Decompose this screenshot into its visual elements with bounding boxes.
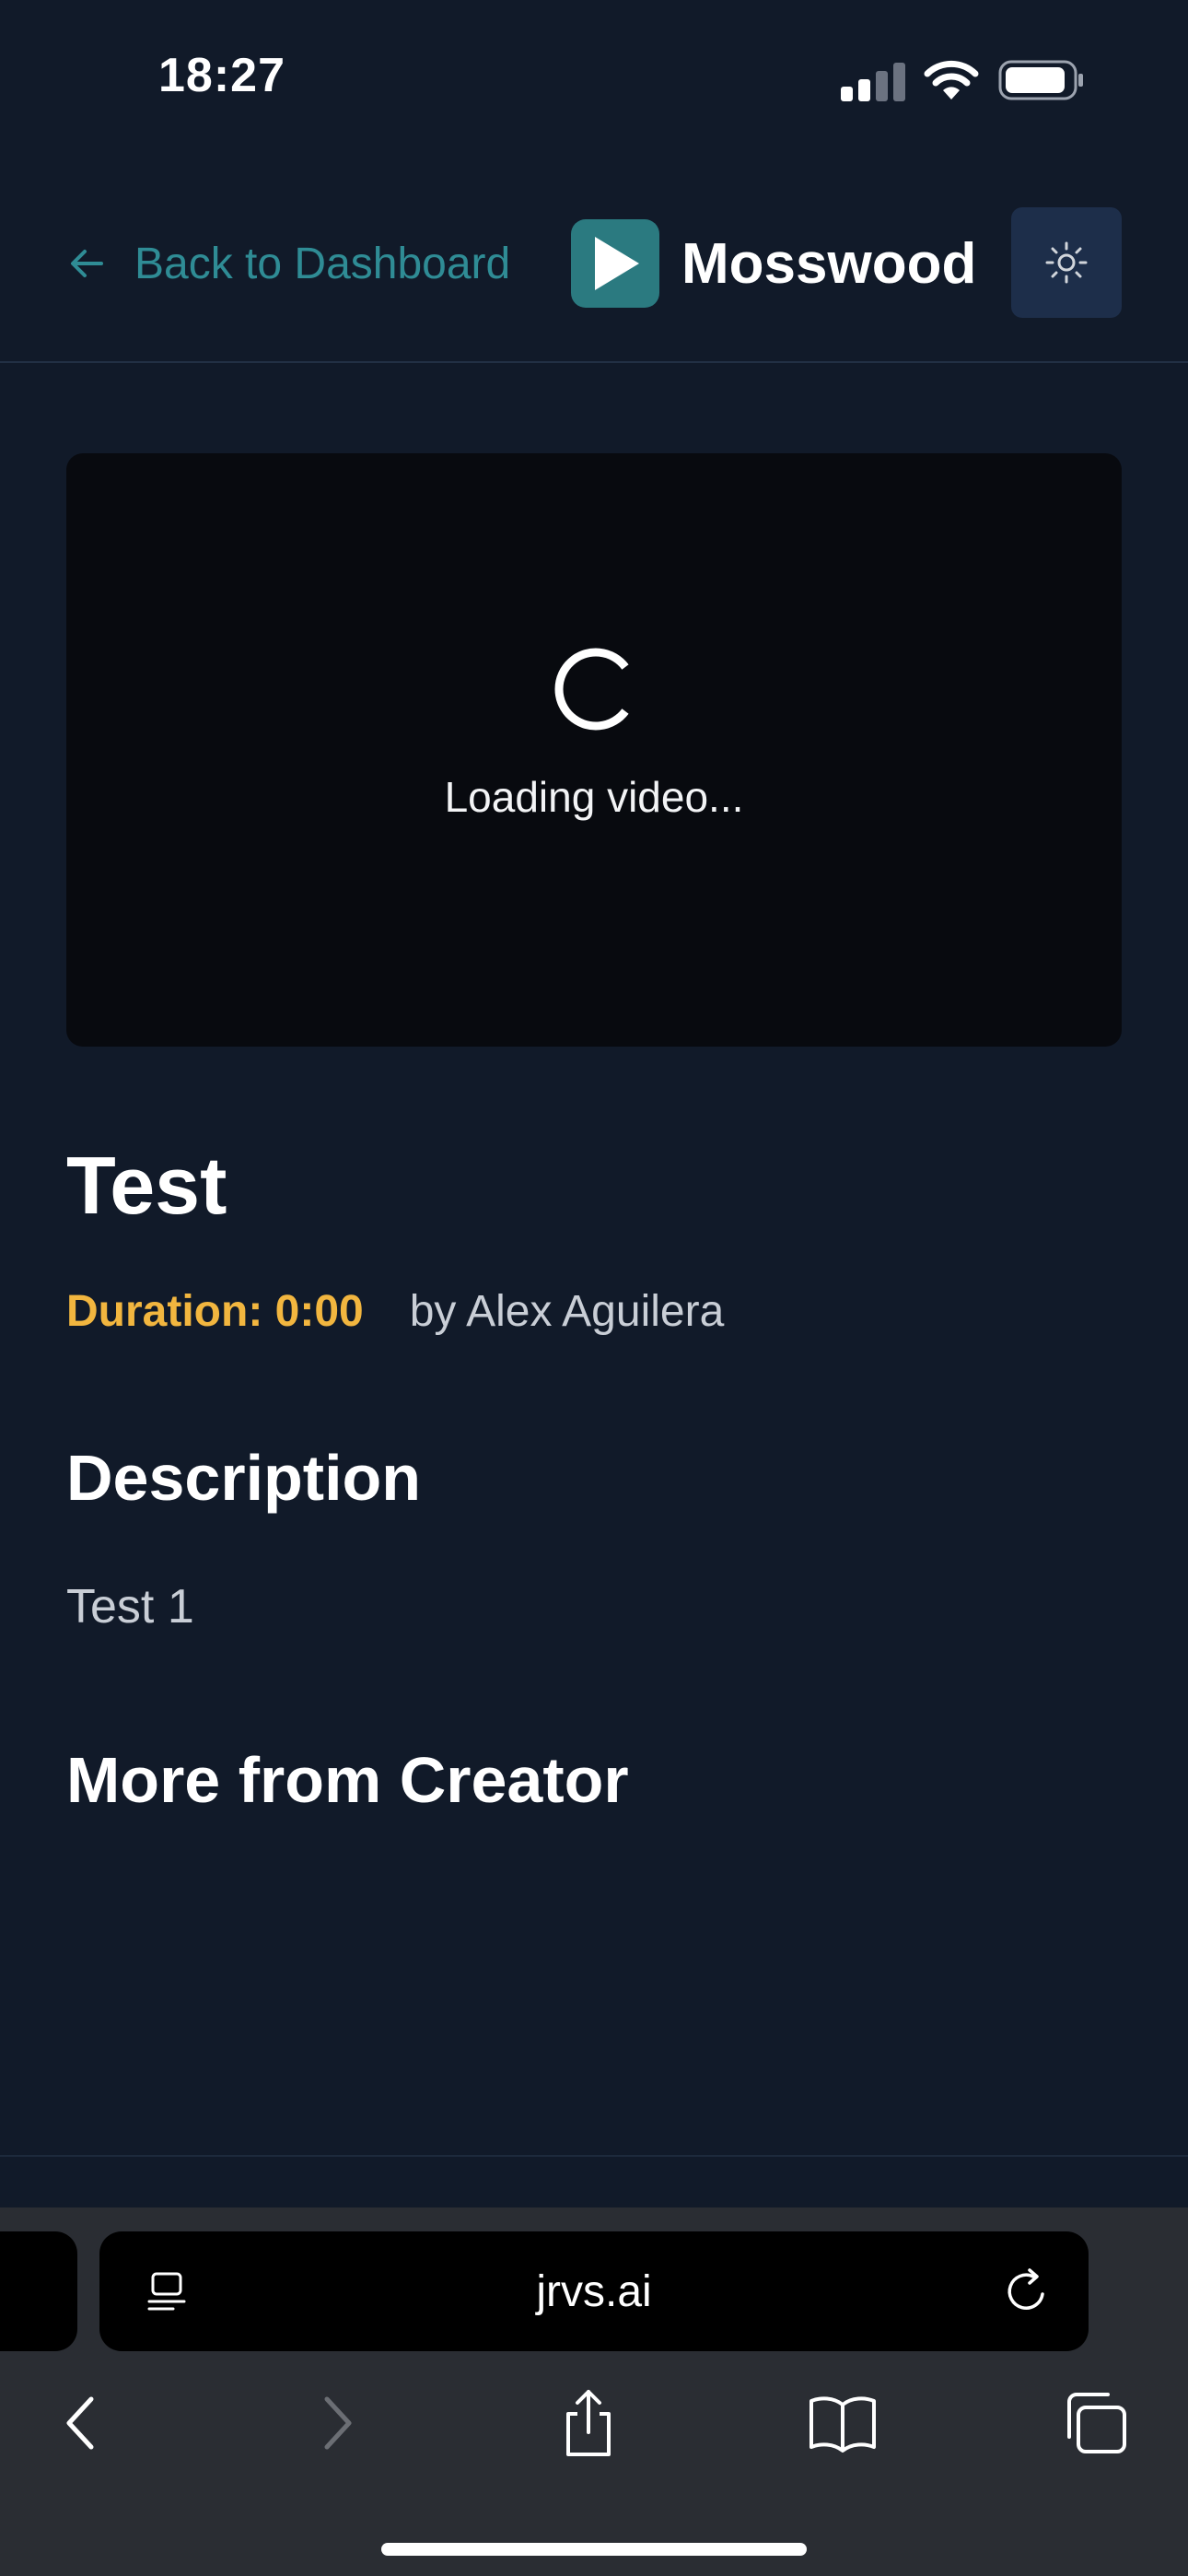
wifi-icon — [923, 59, 980, 101]
home-indicator[interactable] — [381, 2543, 807, 2556]
logo-icon — [571, 219, 659, 308]
more-from-creator-heading: More from Creator — [66, 1744, 629, 1816]
back-to-dashboard-link[interactable]: Back to Dashboard — [66, 228, 510, 299]
back-arrow-icon — [66, 2396, 94, 2450]
previous-tab-preview[interactable] — [0, 2231, 77, 2351]
browser-forward-button[interactable] — [297, 2386, 379, 2460]
forward-arrow-icon — [324, 2396, 352, 2450]
loading-text: Loading video... — [444, 773, 744, 821]
bookmarks-button[interactable] — [801, 2386, 884, 2460]
loading-spinner-icon — [554, 648, 629, 731]
reload-icon[interactable] — [1002, 2266, 1052, 2316]
address-bar[interactable]: jrvs.ai — [99, 2231, 1089, 2351]
reader-icon[interactable] — [144, 2268, 192, 2316]
video-title: Test — [66, 1140, 227, 1231]
browser-back-button[interactable] — [39, 2386, 122, 2460]
brand-name: Mosswood — [681, 231, 977, 296]
video-duration: Duration: 0:00 — [66, 1287, 364, 1336]
tabs-icon — [1067, 2393, 1126, 2453]
footer-divider — [0, 2155, 1188, 2157]
battery-icon — [998, 60, 1085, 100]
share-button[interactable] — [547, 2386, 630, 2460]
share-icon — [566, 2390, 611, 2456]
status-time: 18:27 — [158, 49, 285, 102]
url-text: jrvs.ai — [536, 2266, 652, 2316]
description-heading: Description — [66, 1442, 422, 1514]
header-divider — [0, 361, 1188, 363]
sun-icon — [1045, 241, 1088, 284]
back-link-label: Back to Dashboard — [134, 239, 511, 288]
theme-toggle-button[interactable] — [1011, 207, 1122, 318]
video-meta: Duration: 0:00 by Alex Aguilera — [66, 1286, 724, 1337]
video-player[interactable]: Loading video... — [66, 453, 1122, 1047]
tabs-button[interactable] — [1054, 2386, 1136, 2460]
description-text: Test 1 — [66, 1580, 194, 1633]
arrow-left-icon — [71, 250, 103, 277]
video-author: by Alex Aguilera — [409, 1287, 725, 1336]
cellular-signal-icon — [841, 61, 905, 101]
bookmarks-icon — [809, 2396, 876, 2453]
